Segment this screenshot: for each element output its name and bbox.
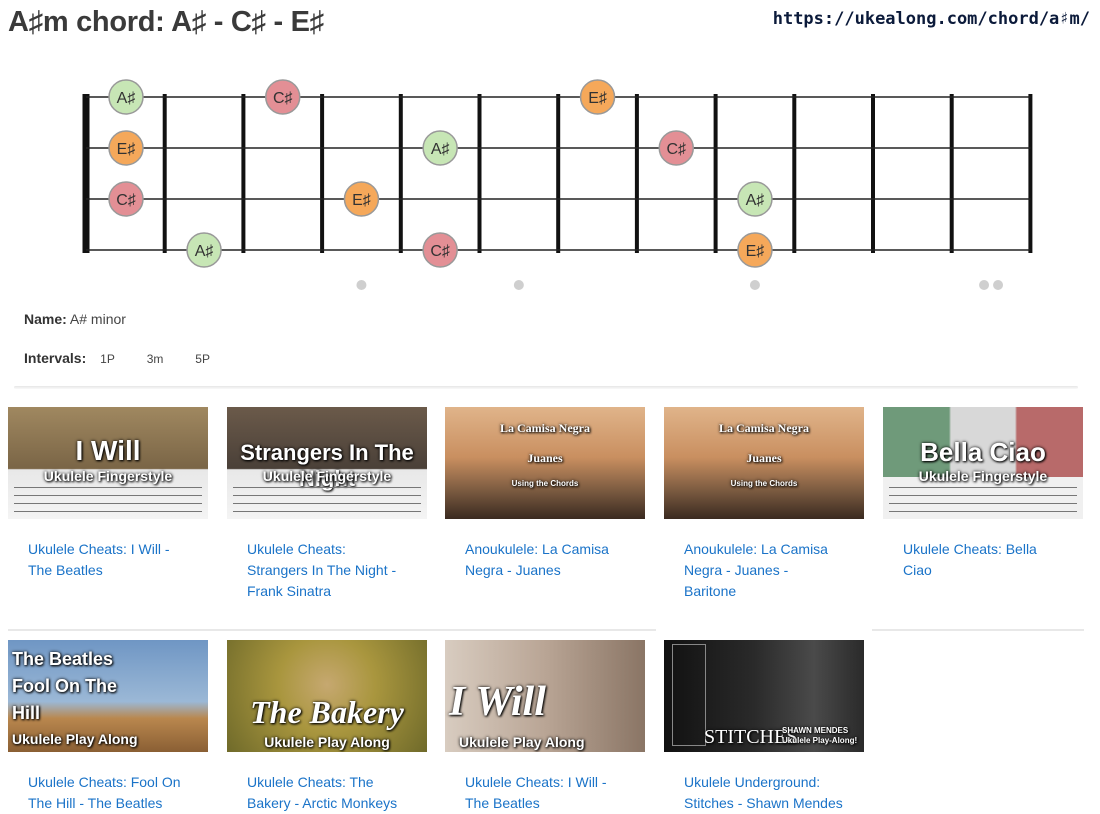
- video-thumbnail[interactable]: La Camisa Negra Juanes Using the Chords: [664, 407, 864, 519]
- video-thumbnail[interactable]: I Will Ukulele Fingerstyle: [8, 407, 208, 519]
- video-card[interactable]: Strangers In The Night Ukulele Fingersty…: [227, 407, 427, 602]
- video-link[interactable]: Ukulele Cheats: I Will - The Beatles: [28, 539, 188, 581]
- thumbnail-title: Bella Ciao: [920, 437, 1046, 467]
- note-label: E♯: [746, 243, 765, 260]
- fretboard-graphic: [672, 644, 706, 746]
- video-thumbnail[interactable]: I Will Ukulele Play Along: [445, 640, 645, 752]
- video-link[interactable]: Anoukulele: La Camisa Negra - Juanes: [465, 539, 625, 581]
- thumbnail-title: Strangers In The Night: [240, 440, 414, 491]
- interval-3: 5P: [195, 352, 210, 366]
- video-link[interactable]: Ukulele Cheats: The Bakery - Arctic Monk…: [247, 772, 407, 814]
- video-thumbnail[interactable]: The Bakery Ukulele Play Along: [227, 640, 427, 752]
- fret-marker-dot: [749, 280, 760, 290]
- note-label: C♯: [116, 192, 136, 209]
- interval-2: 3m: [146, 352, 164, 366]
- thumbnail-caption: Using the Chords: [511, 479, 579, 488]
- name-label: Name:: [24, 311, 67, 327]
- video-link[interactable]: Ukulele Cheats: Fool On The Hill - The B…: [28, 772, 188, 814]
- note-label: A♯: [746, 192, 765, 209]
- section-divider: [14, 386, 1078, 389]
- note-label: A♯: [195, 243, 214, 260]
- note-label: C♯: [273, 90, 293, 107]
- note-label: C♯: [666, 141, 686, 158]
- page-title: A♯m chord: A♯ - C♯ - E♯: [8, 6, 324, 38]
- video-thumbnail[interactable]: La Camisa Negra Juanes Using the Chords: [445, 407, 645, 519]
- row-divider: [872, 629, 1084, 631]
- interval-1: 1P: [100, 352, 115, 366]
- chord-name-row: Name: A# minor: [24, 311, 126, 327]
- fret-marker-dot: [993, 280, 1004, 290]
- video-card[interactable]: La Camisa Negra Juanes Using the Chords …: [664, 407, 864, 602]
- video-card[interactable]: I Will Ukulele Fingerstyle Ukulele Cheat…: [8, 407, 208, 581]
- thumbnail-subtitle: Juanes: [746, 451, 782, 465]
- video-card[interactable]: Bella Ciao Ukulele Fingerstyle Ukulele C…: [883, 407, 1083, 581]
- thumbnail-subtitle: Ukulele Play Along: [12, 731, 138, 747]
- note-label: E♯: [588, 90, 607, 107]
- video-link[interactable]: Anoukulele: La Camisa Negra - Juanes - B…: [684, 539, 844, 602]
- video-link[interactable]: Ukulele Underground: Stitches - Shawn Me…: [684, 772, 844, 814]
- fret-marker-dot: [513, 280, 524, 290]
- fret-marker-dot: [356, 280, 367, 290]
- video-thumbnail[interactable]: STITCHES SHAWN MENDES Ukulele Play-Along…: [664, 640, 864, 752]
- video-thumbnail[interactable]: The Beatles Fool On The Hill Ukulele Pla…: [8, 640, 208, 752]
- note-label: E♯: [117, 141, 136, 158]
- intervals-row: Intervals: 1P 3m 5P: [24, 350, 210, 366]
- chord-name-value: A# minor: [69, 311, 126, 327]
- thumbnail-title: I Will: [449, 679, 546, 725]
- note-label: C♯: [430, 243, 450, 260]
- video-link[interactable]: Ukulele Cheats: Bella Ciao: [903, 539, 1063, 581]
- video-card[interactable]: STITCHES SHAWN MENDES Ukulele Play-Along…: [664, 640, 864, 814]
- intervals-label: Intervals:: [24, 350, 87, 366]
- note-label: A♯: [117, 90, 136, 107]
- video-card[interactable]: I Will Ukulele Play Along Ukulele Cheats…: [445, 640, 645, 814]
- video-link[interactable]: Ukulele Cheats: I Will - The Beatles: [465, 772, 625, 814]
- video-link[interactable]: Ukulele Cheats: Strangers In The Night -…: [247, 539, 407, 602]
- fret-marker-dot: [979, 280, 990, 290]
- thumbnail-subtitle: Ukulele Fingerstyle: [43, 468, 173, 484]
- thumbnail-title: The Bakery: [250, 694, 404, 730]
- note-label: E♯: [352, 192, 371, 209]
- thumbnail-title: The Beatles Fool On The Hill: [12, 649, 117, 723]
- thumbnail-title: La Camisa Negra: [500, 421, 590, 435]
- thumbnail-subtitle: Ukulele Fingerstyle: [262, 468, 392, 484]
- thumbnail-subtitle: Ukulele Play Along: [459, 734, 585, 750]
- thumbnail-caption: Using the Chords: [730, 479, 798, 488]
- row-divider: [8, 629, 656, 631]
- thumbnail-subtitle: Juanes: [527, 451, 563, 465]
- video-card[interactable]: The Bakery Ukulele Play Along Ukulele Ch…: [227, 640, 427, 814]
- video-thumbnail[interactable]: Strangers In The Night Ukulele Fingersty…: [227, 407, 427, 519]
- video-thumbnail[interactable]: Bella Ciao Ukulele Fingerstyle: [883, 407, 1083, 519]
- thumbnail-title: La Camisa Negra: [719, 421, 809, 435]
- page-url: https://ukealong.com/chord/a♯m/: [772, 9, 1090, 29]
- video-card[interactable]: La Camisa Negra Juanes Using the Chords …: [445, 407, 645, 581]
- thumbnail-subtitle: Ukulele Play Along: [264, 734, 390, 750]
- ukulele-fretboard-diagram: A♯ C♯ E♯ E♯ A♯ C♯ C♯ E♯ A♯ A♯ C♯ E♯: [82, 79, 1033, 290]
- note-label: A♯: [431, 141, 450, 158]
- thumbnail-title: I Will: [75, 435, 141, 466]
- video-card[interactable]: The Beatles Fool On The Hill Ukulele Pla…: [8, 640, 208, 814]
- thumbnail-subtitle: Ukulele Fingerstyle: [918, 468, 1048, 484]
- thumbnail-subtitle: SHAWN MENDES Ukulele Play-Along!: [782, 726, 858, 745]
